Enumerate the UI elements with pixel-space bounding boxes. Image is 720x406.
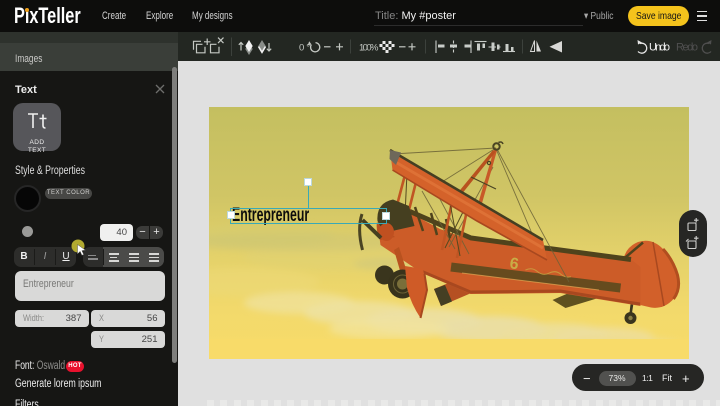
svg-text:100%: 100% — [359, 43, 379, 54]
svg-text:Redo: Redo — [676, 42, 698, 54]
svg-text:Undo: Undo — [649, 42, 670, 54]
